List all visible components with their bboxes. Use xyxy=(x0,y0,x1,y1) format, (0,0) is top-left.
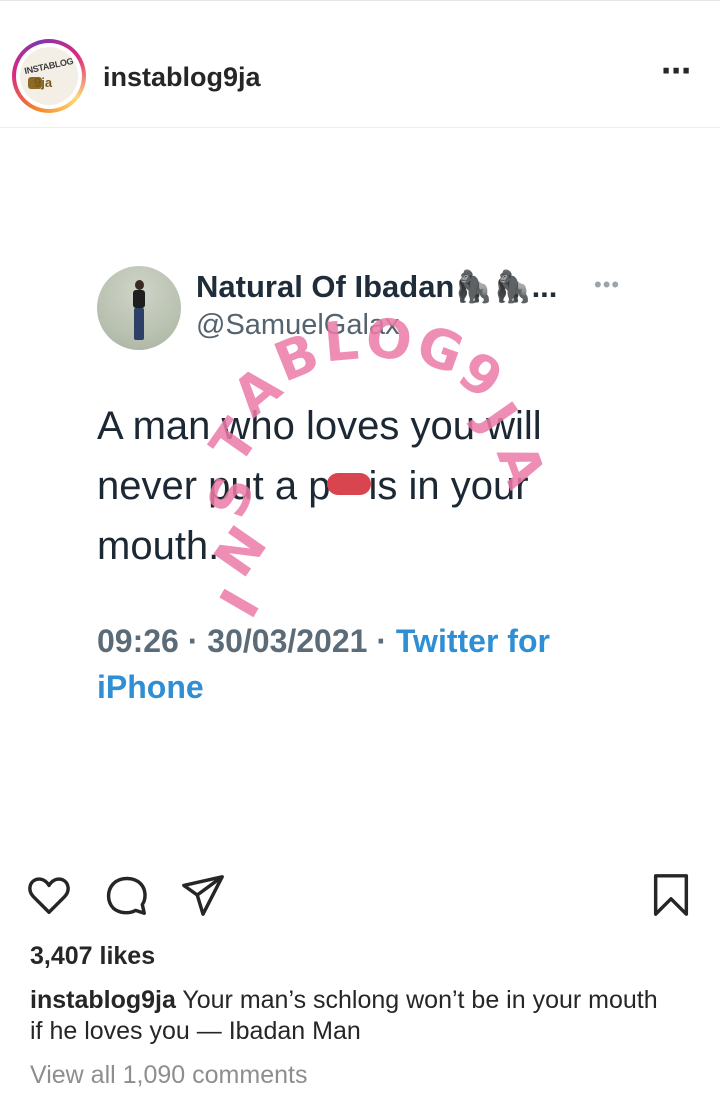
tweet-meta: 09:26 · 30/03/2021 · Twitter for iPhone xyxy=(97,618,617,710)
view-comments-link[interactable]: View all 1,090 comments xyxy=(30,1061,307,1090)
like-count[interactable]: 3,407 likes xyxy=(30,942,155,971)
censor-mark xyxy=(326,473,371,496)
instablog9ja-logo: INSTABLOG 9ja xyxy=(20,47,78,105)
logo-text: INSTABLOG xyxy=(23,55,75,77)
caption-username[interactable]: instablog9ja xyxy=(30,986,176,1014)
avatar-inner: INSTABLOG 9ja xyxy=(16,43,82,109)
send-icon[interactable] xyxy=(180,872,226,918)
comment-icon[interactable] xyxy=(104,872,150,918)
tweet-author-avatar xyxy=(97,266,181,350)
avatar-person xyxy=(132,280,146,342)
bookmark-icon[interactable] xyxy=(648,872,694,918)
post-caption: instablog9ja Your man’s schlong won’t be… xyxy=(30,985,670,1047)
profile-avatar[interactable]: INSTABLOG 9ja xyxy=(12,39,86,113)
tweet-more-icon: ••• xyxy=(594,272,621,297)
tweet-timestamp: 09:26 · 30/03/2021 · xyxy=(97,623,396,659)
post-header: INSTABLOG 9ja instablog9ja ⋯ xyxy=(0,0,720,128)
post-username[interactable]: instablog9ja xyxy=(103,62,261,93)
logo-text-9ja: 9ja xyxy=(34,75,53,90)
post-actions xyxy=(0,860,720,930)
tweet-body: A man who loves you will never put a p is… xyxy=(97,396,617,576)
watermark-letter: G xyxy=(408,312,472,387)
heart-icon[interactable] xyxy=(26,872,72,918)
tweet-display-name: Natural Of Ibadan🦍🦍... xyxy=(196,269,558,304)
tweet-handle: @SamuelGalax xyxy=(196,309,400,341)
more-options-icon[interactable]: ⋯ xyxy=(661,57,692,87)
